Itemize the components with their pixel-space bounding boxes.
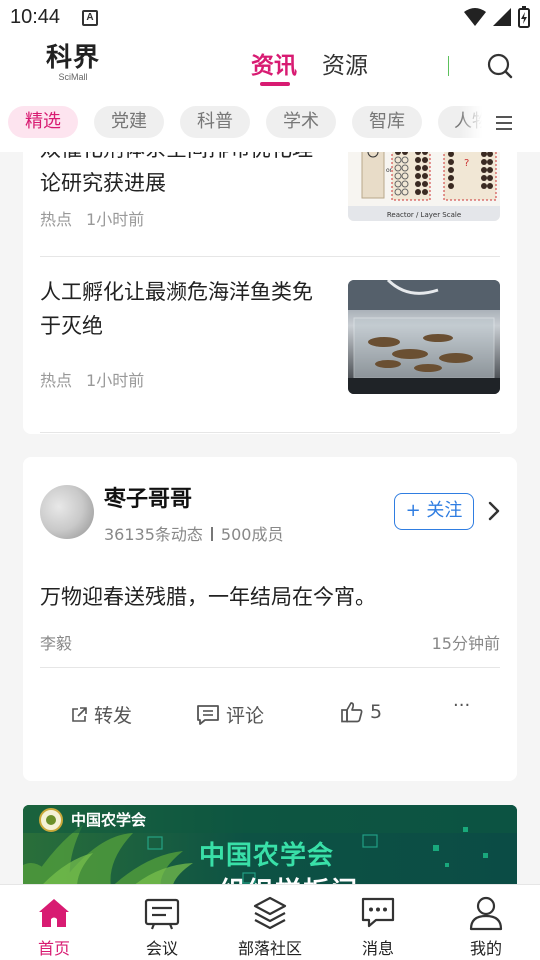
signal-icon <box>493 8 511 26</box>
chip-science[interactable]: 科普 <box>180 106 250 138</box>
like-count: 5 <box>370 701 383 723</box>
active-tab-indicator <box>260 82 290 86</box>
home-icon <box>39 899 69 927</box>
logo-en: SciMall <box>58 72 88 82</box>
nav-label: 部落社区 <box>237 939 302 958</box>
news-title: 双催化剂体系空间排布优化理论研究获进展 <box>40 152 313 195</box>
nav-meeting[interactable]: 会议 <box>108 885 216 960</box>
status-icons <box>464 6 530 28</box>
group-post-card: 枣子哥哥 36135条动态 500成员 + 关注 万物迎春送残腊，一年结局在今宵。… <box>23 457 517 781</box>
nav-community[interactable]: 部落社区 <box>216 885 324 960</box>
bottom-nav: 首页 会议 部落社区 消息 我的 <box>0 884 540 960</box>
news-thumbnail: or ? Reactor / Layer Scale <box>348 152 500 221</box>
tab-news[interactable]: 资讯 <box>251 46 297 80</box>
search-button[interactable] <box>486 52 514 80</box>
news-separator <box>40 256 500 257</box>
status-time: 10:44 <box>10 6 61 28</box>
tab-resources[interactable]: 资源 <box>322 46 368 80</box>
news-title: 人工孵化让最濒危海洋鱼类免于灭绝 <box>40 280 313 338</box>
header-divider <box>448 56 449 76</box>
wifi-icon <box>464 8 486 26</box>
news-thumbnail <box>348 280 500 394</box>
category-bar: 精选 党建 科普 学术 智库 人物 <box>0 94 540 152</box>
fish-tank-image <box>348 280 500 394</box>
app-logo: 科界 SciMall <box>44 44 102 82</box>
share-icon <box>72 706 87 722</box>
category-menu-button[interactable] <box>482 94 540 152</box>
nav-label: 首页 <box>37 939 70 958</box>
member-count: 500成员 <box>220 525 284 544</box>
comment-label: 评论 <box>226 705 265 727</box>
banner-subline: 组织样板间 <box>219 871 359 884</box>
thumbs-up-icon <box>341 702 363 723</box>
news-time: 1小时前 <box>86 210 145 229</box>
chip-featured[interactable]: 精选 <box>8 106 78 138</box>
banner-headline: 中国农学会 <box>199 841 335 871</box>
battery-icon <box>518 6 530 28</box>
chips-fade <box>460 94 482 152</box>
meeting-icon <box>144 898 180 930</box>
logo-cn: 科界 <box>45 43 100 73</box>
group-name[interactable]: 枣子哥哥 <box>104 481 192 513</box>
chip-academic[interactable]: 学术 <box>266 106 336 138</box>
news-meta: 热点 1小时前 <box>40 367 144 391</box>
feed: 双催化剂体系空间排布优化理论研究获进展 热点1小时前 or <box>0 152 540 884</box>
share-label: 转发 <box>94 705 133 727</box>
nav-label: 会议 <box>145 939 178 958</box>
notification-icon: A <box>82 10 98 26</box>
thumbnail-caption: Reactor / Layer Scale <box>387 211 461 219</box>
news-separator <box>40 432 500 433</box>
app-header: 科界 SciMall 资讯 资源 <box>0 38 540 94</box>
comment-icon <box>197 704 219 725</box>
post-content[interactable]: 万物迎春送残腊，一年结局在今宵。 <box>40 581 376 611</box>
like-button[interactable]: 5 <box>340 701 382 723</box>
more-button[interactable]: ··· <box>453 695 470 716</box>
svg-text:?: ? <box>464 158 469 169</box>
nav-label: 消息 <box>361 939 394 958</box>
group-stats: 36135条动态 500成员 <box>104 521 283 545</box>
news-tag: 热点 <box>40 210 73 229</box>
news-card: 双催化剂体系空间排布优化理论研究获进展 热点1小时前 or <box>23 152 517 434</box>
comment-button[interactable]: 评论 <box>196 701 264 728</box>
follow-button[interactable]: + 关注 <box>394 493 474 530</box>
chip-thinktank[interactable]: 智库 <box>352 106 422 138</box>
layers-icon <box>253 896 287 930</box>
post-separator <box>40 667 500 668</box>
message-icon <box>361 897 395 928</box>
search-icon <box>487 53 513 79</box>
post-count: 36135条动态 <box>104 525 203 544</box>
nav-label: 我的 <box>469 939 502 958</box>
profile-icon <box>469 896 503 931</box>
nav-profile[interactable]: 我的 <box>432 885 540 960</box>
share-button[interactable]: 转发 <box>70 701 132 728</box>
news-meta: 热点 1小时前 <box>40 206 144 230</box>
banner-org-name: 中国农学会 <box>71 811 147 829</box>
promo-banner[interactable]: 中国农学会 中国农学会 组织样板间 <box>23 805 517 884</box>
news-time: 1小时前 <box>86 371 145 390</box>
chip-party[interactable]: 党建 <box>94 106 164 138</box>
post-author[interactable]: 李毅 <box>40 630 72 654</box>
nav-messages[interactable]: 消息 <box>324 885 432 960</box>
avatar[interactable] <box>40 485 94 539</box>
nav-home[interactable]: 首页 <box>0 885 108 960</box>
news-tag: 热点 <box>40 371 73 390</box>
chevron-right-icon[interactable] <box>486 501 502 521</box>
catalyst-diagram-image: or ? Reactor / Layer Scale <box>348 152 500 221</box>
post-time: 15分钟前 <box>431 634 500 653</box>
status-bar: 10:44 A <box>0 0 540 38</box>
